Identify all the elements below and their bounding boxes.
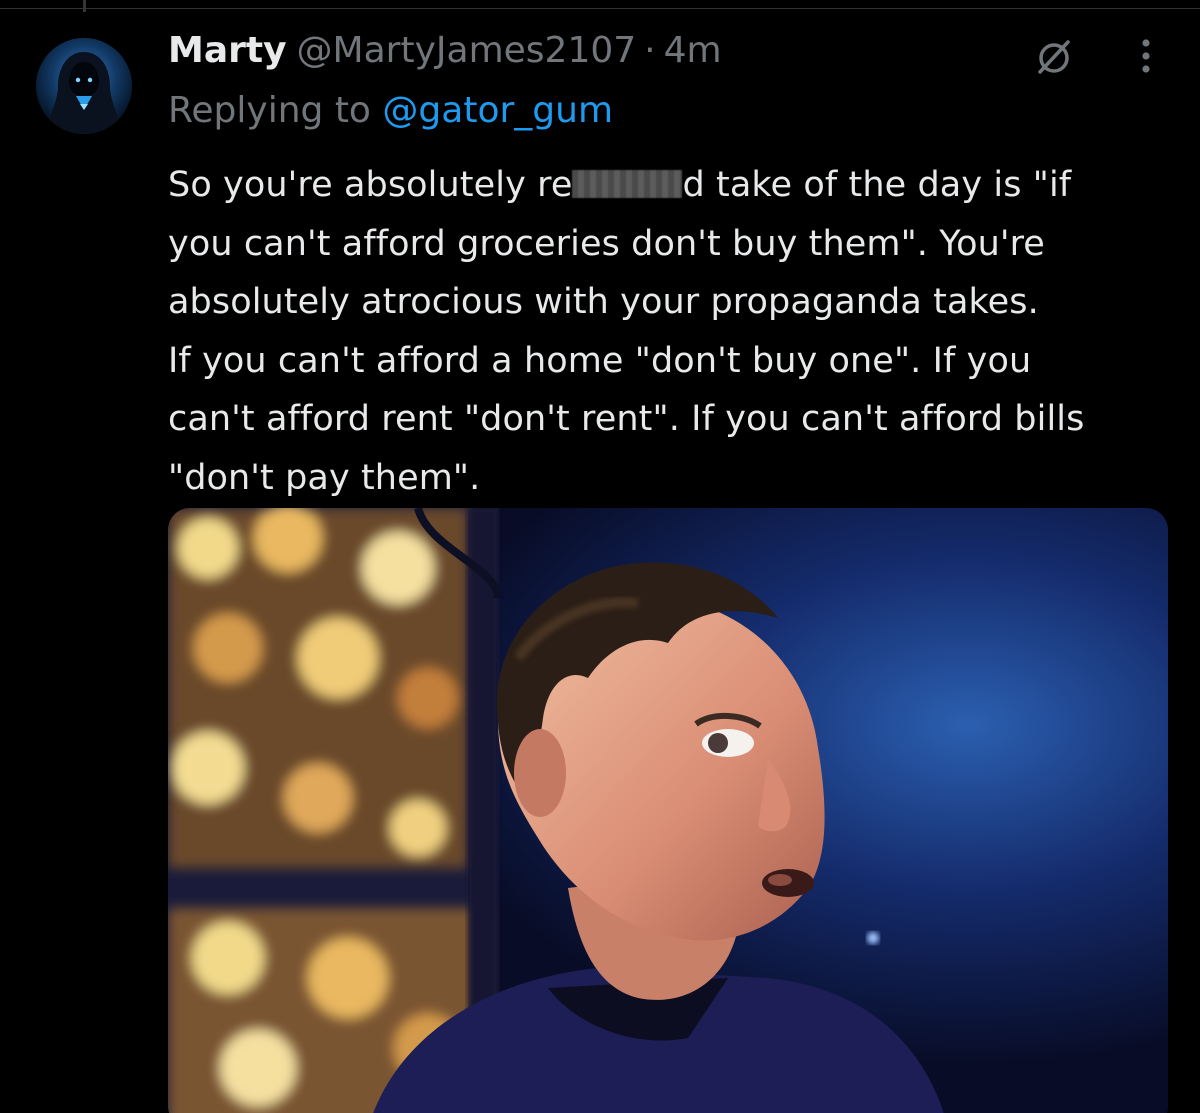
tweet-text-line: can't afford rent "don't rent". If you c… [168, 399, 1085, 439]
tweet-text-line: If you can't afford a home "don't buy on… [168, 340, 1032, 381]
timestamp[interactable]: 4m [664, 30, 722, 71]
tweet-text-line: absolutely atrocious with your propagand… [168, 282, 1039, 322]
censor-blur [572, 170, 683, 198]
tweet-text-line: "don't pay them". [168, 457, 481, 498]
tweet-text-segment: So you're absolutely re [168, 165, 573, 205]
avatar[interactable] [36, 38, 132, 134]
tweet-header: Marty @MartyJames2107 · 4m [168, 30, 722, 84]
thread-connector-line [83, 0, 86, 12]
tweet-text-line: you can't afford groceries don't buy the… [168, 223, 1045, 264]
media-image[interactable] [168, 508, 1168, 1113]
user-handle[interactable]: @MartyJames2107 [297, 30, 637, 71]
comedian-photo [168, 508, 1168, 1113]
replying-to-line: Replying to @gator_gum [168, 90, 613, 131]
vertical-ellipsis-icon[interactable] [1124, 34, 1168, 78]
circle-slash-icon[interactable] [1030, 32, 1078, 80]
separator-dot: · [644, 30, 656, 71]
tweet-text: So you're absolutely re d take of the day… [168, 156, 1178, 507]
mention-link[interactable]: @gator_gum [382, 90, 613, 131]
tweet-reply-screen: Marty @MartyJames2107 · 4m Replying to @… [0, 0, 1200, 1113]
replying-to-label: Replying to [168, 90, 371, 131]
tweet-text-segment: d take of the day is "if [682, 165, 1072, 205]
tweet-text-line: So you're absolutely re d take of the day… [168, 156, 1178, 215]
hooded-figure-icon [36, 38, 132, 134]
display-name[interactable]: Marty [168, 30, 287, 71]
top-divider [0, 8, 1200, 9]
